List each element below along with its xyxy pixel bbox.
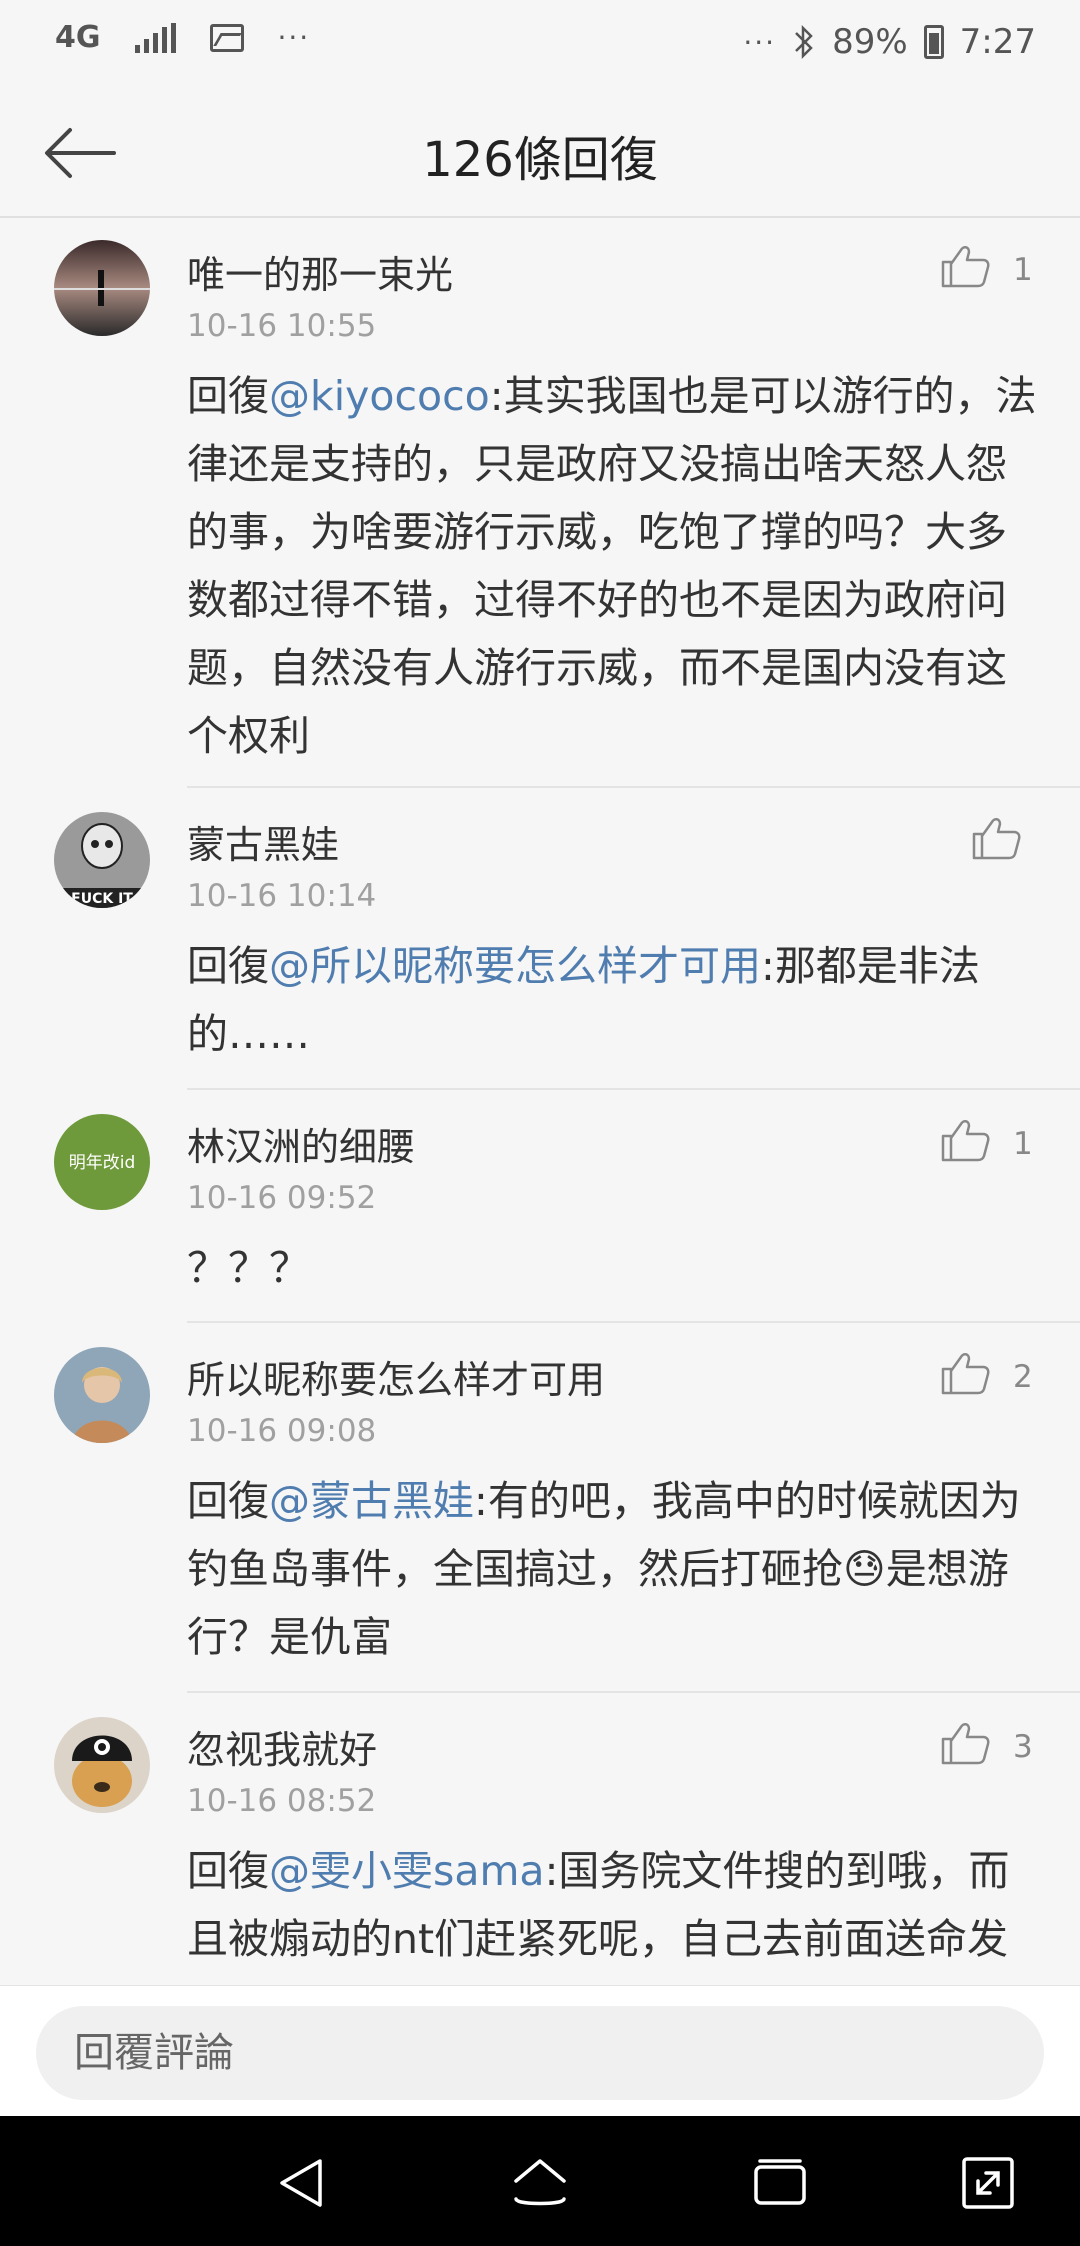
mention-link[interactable]: @雯小雯sama bbox=[269, 1847, 545, 1895]
more-notifications-icon: ··· bbox=[277, 21, 311, 54]
user-name[interactable]: 所以昵称要怎么样才可用 bbox=[187, 1349, 605, 1404]
signal-icon bbox=[134, 22, 176, 53]
home-icon[interactable] bbox=[508, 2151, 572, 2215]
like-button[interactable] bbox=[939, 240, 991, 292]
user-name[interactable]: 蒙古黑娃 bbox=[187, 814, 339, 869]
comment-content: :其实我国也是可以游行的，法律还是支持的，只是政府又没搞出啥天怒人怨的事，为啥要… bbox=[187, 372, 1037, 760]
like-button[interactable] bbox=[939, 1347, 991, 1399]
title-bar: 126條回復 bbox=[0, 90, 1080, 218]
bluetooth-icon bbox=[795, 24, 813, 60]
avatar[interactable]: FUCK IT bbox=[54, 812, 150, 908]
comment-item: 忽视我就好 3 10-16 08:52 回復@雯小雯sama:国务院文件搜的到哦… bbox=[0, 1695, 1080, 1985]
timestamp: 10-16 08:52 bbox=[187, 1783, 377, 1819]
timestamp: 10-16 09:08 bbox=[187, 1413, 377, 1449]
like-count: 3 bbox=[1013, 1729, 1033, 1765]
like-count: 2 bbox=[1013, 1359, 1033, 1395]
status-left: 4G ··· bbox=[55, 20, 310, 55]
page-title: 126條回復 bbox=[422, 132, 658, 188]
timestamp: 10-16 10:55 bbox=[187, 308, 377, 344]
mention-link[interactable]: @蒙古黑娃 bbox=[269, 1477, 474, 1525]
avatar[interactable] bbox=[54, 1347, 150, 1443]
svg-text:FUCK IT: FUCK IT bbox=[71, 891, 133, 907]
system-nav-bar bbox=[0, 2116, 1080, 2246]
timestamp: 10-16 09:52 bbox=[187, 1180, 377, 1216]
comment-content: ？？？ bbox=[187, 1244, 310, 1292]
comment-item: 所以昵称要怎么样才可用 2 10-16 09:08 回復@蒙古黑娃:有的吧，我高… bbox=[0, 1325, 1080, 1695]
user-name[interactable]: 唯一的那一束光 bbox=[187, 244, 453, 299]
comment-text: 回復@蒙古黑娃:有的吧，我高中的时候就因为钓鱼岛事件，全国搞过，然后打砸抢😓是想… bbox=[187, 1467, 1037, 1671]
mention-link[interactable]: @kiyococo bbox=[269, 372, 490, 420]
comment-item: FUCK IT 蒙古黑娃 10-16 10:14 回復@所以昵称要怎么样才可用:… bbox=[0, 790, 1080, 1092]
reply-input[interactable]: 回覆評論 bbox=[36, 2006, 1044, 2100]
svg-text:明年改id: 明年改id bbox=[69, 1153, 136, 1173]
like-count: 1 bbox=[1013, 252, 1033, 288]
battery-percent: 89% bbox=[832, 22, 908, 62]
like-count: 1 bbox=[1013, 1126, 1033, 1162]
comment-text: 回復@雯小雯sama:国务院文件搜的到哦，而且被煽动的nt们赶紧死呢，自己去前面… bbox=[187, 1837, 1037, 1973]
avatar[interactable] bbox=[54, 1717, 150, 1813]
divider bbox=[187, 1088, 1080, 1090]
reply-bar: 回覆評論 bbox=[0, 1985, 1080, 2116]
avatar[interactable]: 明年改id bbox=[54, 1114, 150, 1210]
network-type: 4G bbox=[55, 20, 101, 55]
clock: 7:27 bbox=[959, 22, 1036, 62]
reply-prefix: 回復 bbox=[187, 1477, 269, 1525]
comment-item: 唯一的那一束光 1 10-16 10:55 回復@kiyococo:其实我国也是… bbox=[0, 220, 1080, 790]
battery-icon bbox=[923, 25, 944, 59]
comment-item: 明年改id 林汉洲的细腰 1 10-16 09:52 ？？？ bbox=[0, 1092, 1080, 1325]
divider bbox=[187, 1321, 1080, 1323]
triangle-back-icon[interactable] bbox=[270, 2151, 334, 2215]
expand-icon[interactable] bbox=[956, 2151, 1020, 2215]
divider bbox=[187, 1691, 1080, 1693]
avatar[interactable] bbox=[54, 240, 150, 336]
user-name[interactable]: 忽视我就好 bbox=[187, 1719, 377, 1774]
comment-list[interactable]: 唯一的那一束光 1 10-16 10:55 回復@kiyococo:其实我国也是… bbox=[0, 220, 1080, 1985]
status-right: ··· 89% 7:27 bbox=[743, 22, 1036, 62]
user-name[interactable]: 林汉洲的细腰 bbox=[187, 1116, 415, 1171]
image-notification-icon bbox=[209, 23, 244, 52]
divider bbox=[187, 786, 1080, 788]
like-button[interactable] bbox=[939, 1114, 991, 1166]
reply-prefix: 回復 bbox=[187, 1847, 269, 1895]
comment-text: ？？？ bbox=[187, 1234, 1037, 1302]
timestamp: 10-16 10:14 bbox=[187, 878, 377, 914]
more-status-icon: ··· bbox=[743, 25, 777, 59]
like-button[interactable] bbox=[939, 1717, 991, 1769]
reply-prefix: 回復 bbox=[187, 942, 269, 990]
status-bar: 4G ··· ··· 89% 7:27 bbox=[0, 0, 1080, 90]
reply-prefix: 回復 bbox=[187, 372, 269, 420]
mention-link[interactable]: @所以昵称要怎么样才可用 bbox=[269, 942, 761, 990]
like-button[interactable] bbox=[970, 812, 1022, 864]
recents-icon[interactable] bbox=[748, 2151, 812, 2215]
comment-text: 回復@kiyococo:其实我国也是可以游行的，法律还是支持的，只是政府又没搞出… bbox=[187, 362, 1037, 770]
comment-text: 回復@所以昵称要怎么样才可用:那都是非法的…… bbox=[187, 932, 1037, 1068]
